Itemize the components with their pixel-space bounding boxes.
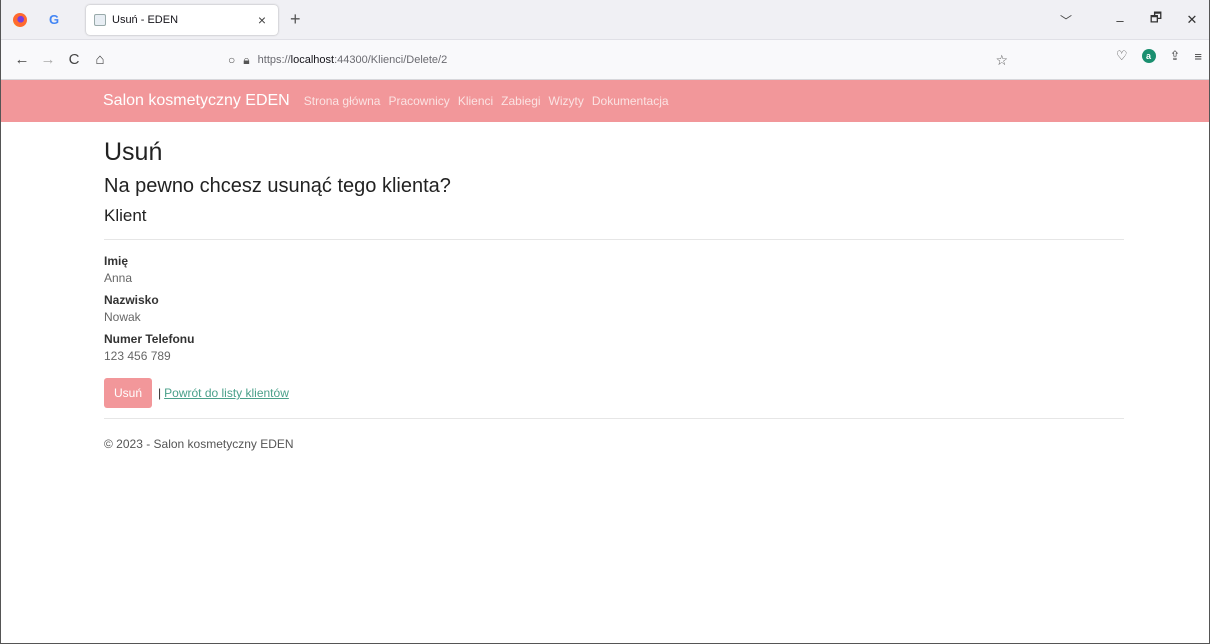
browser-navigation-bar: ← → C ⌂ ○ 🔒︎ https://localhost:44300/Kli… bbox=[0, 40, 1210, 80]
site-brand-link[interactable]: Salon kosmetyczny EDEN bbox=[103, 92, 290, 110]
google-icon: G bbox=[48, 12, 60, 27]
restore-button[interactable]: 🗗 bbox=[1138, 0, 1174, 40]
nav-link-documentation[interactable]: Dokumentacja bbox=[592, 94, 669, 108]
page-favicon-icon bbox=[94, 14, 106, 26]
nav-link-home[interactable]: Strona główna bbox=[304, 94, 381, 108]
window-border bbox=[0, 0, 1, 644]
back-arrow-icon[interactable]: ← bbox=[10, 48, 34, 72]
nav-link-employees[interactable]: Pracownicy bbox=[388, 94, 449, 108]
footer-divider bbox=[104, 418, 1124, 419]
field-value-first-name: Anna bbox=[104, 271, 133, 285]
site-navbar: Salon kosmetyczny EDEN Strona główna Pra… bbox=[0, 80, 1210, 122]
browser-tab-bar: G Usuń - EDEN × + ﹀ – 🗗 ✕ bbox=[0, 0, 1210, 40]
separator: | bbox=[158, 386, 162, 400]
url-bar[interactable]: ○ 🔒︎ https://localhost:44300/Klienci/Del… bbox=[218, 46, 1016, 74]
pinned-tab-google[interactable]: G bbox=[40, 6, 68, 34]
nav-link-visits[interactable]: Wizyty bbox=[549, 94, 584, 108]
field-label-first-name: Imię bbox=[104, 254, 129, 268]
active-tab[interactable]: Usuń - EDEN × bbox=[86, 5, 278, 35]
nav-link-clients[interactable]: Klienci bbox=[458, 94, 493, 108]
field-value-phone: 123 456 789 bbox=[104, 349, 171, 363]
tab-title: Usuń - EDEN bbox=[112, 14, 179, 26]
list-all-tabs-icon[interactable]: ﹀ bbox=[1060, 12, 1072, 29]
field-label-phone: Numer Telefonu bbox=[104, 332, 195, 346]
firefox-icon bbox=[13, 12, 27, 27]
client-details: Imię Anna Nazwisko Nowak Numer Telefonu … bbox=[104, 254, 1124, 363]
form-actions: Usuń | Powrót do listy klientów bbox=[104, 378, 1124, 408]
minimize-button[interactable]: – bbox=[1102, 0, 1138, 40]
pinned-tab-firefox[interactable] bbox=[6, 6, 34, 34]
page-title: Usuń bbox=[104, 138, 163, 166]
delete-button[interactable]: Usuń bbox=[104, 378, 153, 408]
field-label-last-name: Nazwisko bbox=[104, 293, 159, 307]
toolbar-right: ♡ a ⇪ ≡ bbox=[1116, 48, 1202, 64]
home-icon[interactable]: ⌂ bbox=[88, 48, 112, 72]
lock-icon[interactable]: 🔒︎ bbox=[243, 53, 249, 68]
close-window-button[interactable]: ✕ bbox=[1174, 0, 1210, 40]
tab-close-icon[interactable]: × bbox=[254, 12, 270, 28]
back-to-list-link[interactable]: Powrót do listy klientów bbox=[164, 386, 289, 400]
new-tab-button[interactable]: + bbox=[290, 9, 301, 29]
footer-text: © 2023 - Salon kosmetyczny EDEN bbox=[104, 437, 294, 451]
divider bbox=[104, 239, 1124, 240]
url-text[interactable]: https://localhost:44300/Klienci/Delete/2 bbox=[258, 54, 448, 66]
shield-icon[interactable]: ○ bbox=[228, 53, 235, 67]
nav-link-treatments[interactable]: Zabiegi bbox=[501, 94, 540, 108]
extension-icon[interactable]: a bbox=[1141, 49, 1156, 63]
window-controls: – 🗗 ✕ bbox=[1102, 0, 1210, 40]
field-value-last-name: Nowak bbox=[104, 310, 141, 324]
pocket-icon[interactable]: ♡ bbox=[1116, 48, 1128, 64]
share-icon[interactable]: ⇪ bbox=[1170, 48, 1181, 64]
forward-arrow-icon[interactable]: → bbox=[36, 48, 60, 72]
menu-icon[interactable]: ≡ bbox=[1194, 49, 1202, 64]
reload-icon[interactable]: C bbox=[62, 48, 86, 72]
bookmark-star-icon[interactable]: ☆ bbox=[995, 52, 1008, 69]
main-content: Usuń Na pewno chcesz usunąć tego klienta… bbox=[104, 122, 1124, 451]
entity-heading: Klient bbox=[104, 206, 147, 225]
confirm-question: Na pewno chcesz usunąć tego klienta? bbox=[104, 175, 451, 197]
